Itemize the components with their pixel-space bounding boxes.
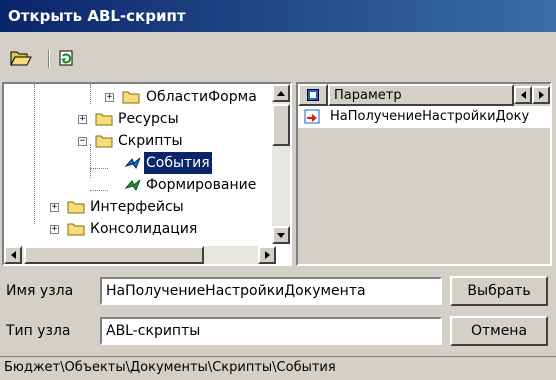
scroll-thumb[interactable]	[272, 104, 290, 146]
cancel-button[interactable]: Отмена	[450, 316, 548, 346]
scroll-thumb[interactable]	[24, 246, 204, 264]
tree-item-label: Формирование	[146, 177, 257, 193]
column-scroll-left-button[interactable]	[514, 86, 532, 104]
grid-empty-area	[298, 128, 550, 264]
event-row-icon	[304, 109, 322, 125]
table-row[interactable]: НаПолучениеНастройкиДоку	[298, 106, 550, 128]
dialog-window: Открыть ABL-скрипт + ОбластиФорма + Ресу…	[0, 0, 556, 380]
toolbar	[0, 38, 556, 78]
tree-item-label: События	[144, 152, 212, 174]
scroll-up-button[interactable]	[272, 84, 290, 102]
grid-corner[interactable]	[298, 84, 328, 106]
tree-view[interactable]: + ОбластиФорма + Ресурсы − Скрипты Событ…	[2, 82, 292, 266]
column-header-parametr[interactable]: Параметр	[328, 84, 514, 106]
arrow-right-icon	[538, 91, 544, 99]
title-bar: Открыть ABL-скрипт	[0, 0, 556, 32]
arrow-down-icon	[277, 232, 285, 238]
folder-icon	[95, 135, 113, 148]
scroll-left-button[interactable]	[4, 246, 22, 264]
tree-item-label: Интерфейсы	[90, 199, 184, 215]
scroll-down-button[interactable]	[272, 226, 290, 244]
scroll-right-button[interactable]	[258, 246, 276, 264]
collapse-icon[interactable]: −	[78, 137, 87, 146]
open-folder-icon	[10, 51, 32, 66]
tree-item-konsolidatsiya[interactable]: + Консолидация	[4, 218, 276, 240]
tree-horizontal-scrollbar[interactable]	[4, 246, 276, 264]
arrow-up-icon	[277, 90, 285, 96]
status-path: Бюджет\Объекты\Документы\Скрипты\События	[4, 360, 336, 375]
status-bar: Бюджет\Объекты\Документы\Скрипты\События	[0, 356, 556, 380]
expand-icon[interactable]: +	[78, 115, 87, 124]
folder-icon	[67, 201, 85, 214]
grid-select-icon	[307, 89, 319, 101]
tree-item-formirovanie[interactable]: Формирование	[4, 174, 276, 196]
refresh-button[interactable]	[54, 46, 80, 70]
tree-item-label: Консолидация	[90, 221, 198, 237]
expand-icon[interactable]: +	[105, 93, 114, 102]
node-name-input[interactable]: НаПолучениеНастройкиДокумента	[100, 277, 442, 305]
tree-vertical-scrollbar[interactable]	[272, 84, 290, 244]
grid-header: Параметр	[298, 84, 550, 106]
folder-icon	[95, 113, 113, 126]
tree-item-label: Скрипты	[118, 133, 183, 149]
folder-icon	[67, 223, 85, 236]
tree-item-skripty[interactable]: − Скрипты	[4, 130, 276, 152]
tree-item-oblasti[interactable]: + ОбластиФорма	[4, 86, 276, 108]
refresh-icon	[59, 50, 73, 66]
tree-item-label: ОбластиФорма	[146, 89, 257, 105]
tree-item-label: Ресурсы	[118, 111, 179, 127]
toolbar-separator	[48, 50, 50, 68]
arrow-left-icon	[520, 91, 526, 99]
tree-item-resursy[interactable]: + Ресурсы	[4, 108, 276, 130]
expand-icon[interactable]: +	[50, 225, 59, 234]
tree-item-sobytiya[interactable]: События	[4, 152, 276, 174]
table-cell: НаПолучениеНастройкиДоку	[330, 109, 530, 124]
folder-icon	[122, 91, 140, 104]
node-name-label: Имя узла	[6, 283, 74, 299]
node-type-input[interactable]: ABL-скрипты	[100, 317, 442, 345]
script-icon	[124, 157, 141, 170]
parameter-grid[interactable]: Параметр НаПолучениеНастройкиДоку	[296, 82, 552, 266]
tree-item-interfeysy[interactable]: + Интерфейсы	[4, 196, 276, 218]
script-icon	[124, 179, 141, 192]
node-type-label: Тип узла	[6, 323, 71, 339]
select-button[interactable]: Выбрать	[450, 276, 548, 306]
arrow-left-icon	[10, 251, 16, 259]
column-scroll-right-button[interactable]	[532, 86, 550, 104]
window-title: Открыть ABL-скрипт	[8, 7, 186, 25]
arrow-right-icon	[264, 251, 270, 259]
expand-icon[interactable]: +	[50, 203, 59, 212]
open-folder-button[interactable]	[8, 46, 34, 70]
